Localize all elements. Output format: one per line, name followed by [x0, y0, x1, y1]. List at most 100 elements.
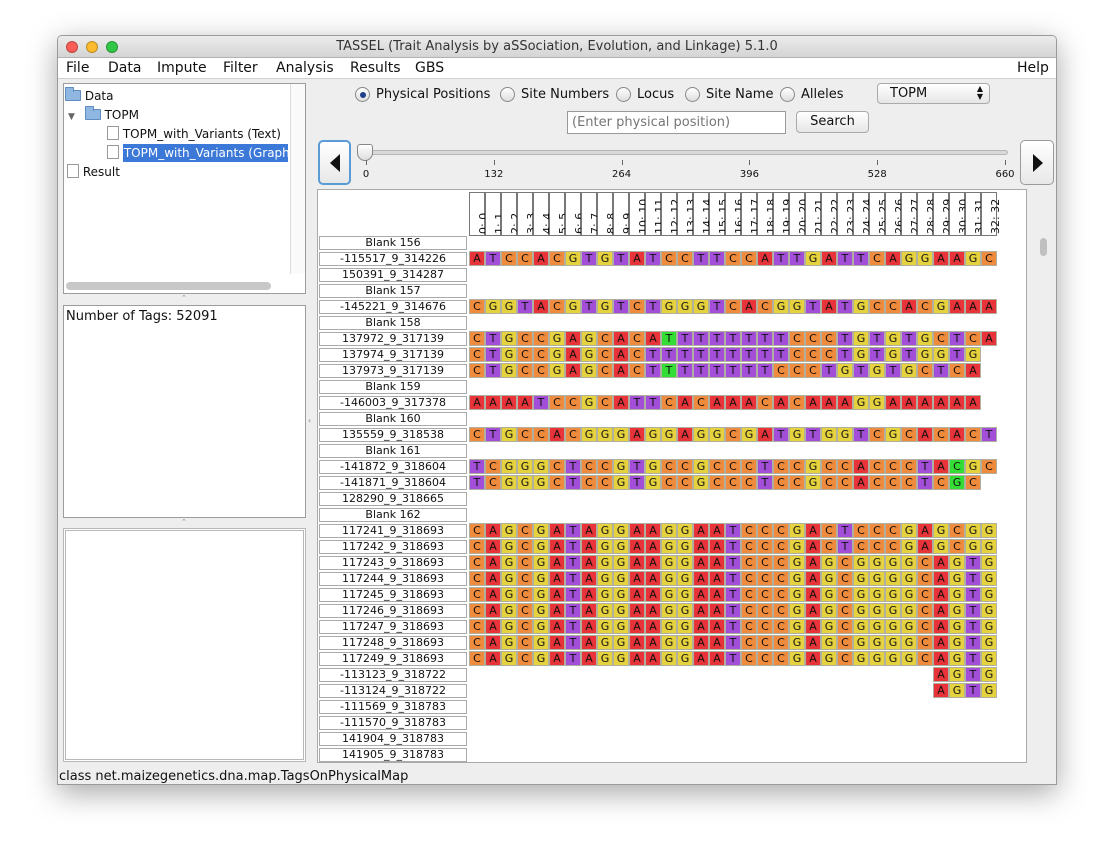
sequence-cell[interactable]: T — [725, 603, 741, 618]
sequence-cell[interactable]: C — [757, 395, 773, 410]
sequence-cell[interactable]: C — [981, 251, 997, 266]
sequence-cell[interactable]: G — [901, 539, 917, 554]
sequence-cell[interactable]: G — [677, 603, 693, 618]
sequence-cell[interactable]: A — [693, 587, 709, 602]
sequence-cell[interactable]: C — [741, 475, 757, 490]
tree-node-topm-graphic[interactable]: TOPM_with_Variants (Graphic — [107, 144, 288, 162]
sequence-cell[interactable]: G — [789, 635, 805, 650]
sequence-cell[interactable]: A — [629, 555, 645, 570]
sequence-cell[interactable]: A — [645, 523, 661, 538]
main-splitter[interactable]: ‹ — [308, 416, 313, 425]
sequence-cell[interactable]: G — [837, 427, 853, 442]
sequence-cell[interactable]: C — [805, 331, 821, 346]
sequence-cell[interactable]: T — [757, 475, 773, 490]
sequence-cell[interactable]: T — [581, 299, 597, 314]
sequence-cell[interactable]: A — [805, 587, 821, 602]
column-header[interactable]: 26: 26 — [885, 192, 906, 236]
sequence-cell[interactable]: T — [725, 651, 741, 666]
sequence-cell[interactable]: C — [837, 555, 853, 570]
column-header[interactable]: 15: 15 — [709, 192, 730, 236]
sequence-cell[interactable]: C — [757, 299, 773, 314]
sequence-cell[interactable]: A — [709, 587, 725, 602]
sequence-cell[interactable]: G — [693, 459, 709, 474]
sequence-cell[interactable]: C — [485, 475, 501, 490]
radio-alleles[interactable] — [780, 87, 795, 102]
sequence-cell[interactable]: G — [949, 587, 965, 602]
sequence-cell[interactable]: A — [613, 331, 629, 346]
sequence-cell[interactable]: A — [933, 395, 949, 410]
sequence-cell[interactable]: A — [581, 651, 597, 666]
sequence-cell[interactable]: C — [965, 427, 981, 442]
sequence-cell[interactable]: G — [885, 651, 901, 666]
sequence-cell[interactable]: C — [517, 251, 533, 266]
column-header[interactable]: 8: 8 — [597, 192, 618, 236]
sequence-cell[interactable]: G — [549, 347, 565, 362]
sequence-cell[interactable]: A — [613, 347, 629, 362]
sequence-cell[interactable]: G — [853, 299, 869, 314]
row-label[interactable]: Blank 158 — [319, 316, 467, 330]
sequence-cell[interactable]: G — [613, 571, 629, 586]
sequence-cell[interactable]: T — [725, 363, 741, 378]
sequence-cell[interactable]: C — [917, 571, 933, 586]
sequence-cell[interactable]: G — [741, 427, 757, 442]
sequence-cell[interactable]: A — [485, 587, 501, 602]
sequence-cell[interactable]: C — [773, 539, 789, 554]
sequence-cell[interactable]: G — [853, 331, 869, 346]
sequence-cell[interactable]: T — [709, 299, 725, 314]
sequence-cell[interactable]: G — [581, 331, 597, 346]
sequence-cell[interactable]: G — [933, 523, 949, 538]
sequence-cell[interactable]: G — [885, 427, 901, 442]
sequence-cell[interactable]: C — [837, 459, 853, 474]
sequence-cell[interactable]: A — [917, 427, 933, 442]
sequence-cell[interactable]: G — [933, 347, 949, 362]
sequence-cell[interactable]: G — [597, 619, 613, 634]
sequence-cell[interactable]: G — [693, 427, 709, 442]
sequence-cell[interactable]: C — [533, 427, 549, 442]
sequence-cell[interactable]: C — [501, 251, 517, 266]
sequence-cell[interactable]: C — [789, 347, 805, 362]
sequence-cell[interactable]: C — [949, 459, 965, 474]
row-label[interactable]: -146003_9_317378 — [319, 396, 467, 410]
sequence-cell[interactable]: A — [677, 427, 693, 442]
sequence-cell[interactable]: C — [949, 523, 965, 538]
sequence-cell[interactable]: G — [965, 459, 981, 474]
sequence-cell[interactable]: T — [917, 459, 933, 474]
sequence-cell[interactable]: G — [645, 459, 661, 474]
sequence-cell[interactable]: A — [709, 555, 725, 570]
sequence-cell[interactable]: G — [853, 635, 869, 650]
sequence-cell[interactable]: T — [677, 347, 693, 362]
sequence-cell[interactable]: G — [981, 683, 997, 698]
column-header[interactable]: 9: 9 — [613, 192, 634, 236]
sequence-cell[interactable]: G — [869, 555, 885, 570]
sequence-cell[interactable]: G — [917, 331, 933, 346]
column-header[interactable]: 28: 28 — [917, 192, 938, 236]
column-header[interactable]: 17: 17 — [741, 192, 762, 236]
sequence-cell[interactable]: C — [469, 331, 485, 346]
sequence-cell[interactable]: C — [549, 251, 565, 266]
sequence-cell[interactable]: C — [533, 347, 549, 362]
sequence-cell[interactable]: T — [965, 587, 981, 602]
sequence-cell[interactable]: A — [773, 395, 789, 410]
sequence-cell[interactable]: T — [725, 555, 741, 570]
sequence-cell[interactable]: C — [837, 635, 853, 650]
sequence-cell[interactable]: G — [693, 475, 709, 490]
sequence-cell[interactable]: C — [741, 571, 757, 586]
sequence-cell[interactable]: G — [597, 587, 613, 602]
sequence-cell[interactable]: A — [805, 539, 821, 554]
sequence-cell[interactable]: C — [741, 523, 757, 538]
sequence-cell[interactable]: G — [501, 363, 517, 378]
sequence-cell[interactable]: C — [901, 459, 917, 474]
column-header[interactable]: 11: 11 — [645, 192, 666, 236]
sequence-cell[interactable]: C — [773, 635, 789, 650]
sequence-cell[interactable]: G — [901, 603, 917, 618]
sequence-cell[interactable]: G — [501, 539, 517, 554]
sequence-cell[interactable]: G — [901, 523, 917, 538]
sequence-cell[interactable]: G — [853, 619, 869, 634]
sequence-cell[interactable]: G — [869, 395, 885, 410]
column-header[interactable]: 4: 4 — [533, 192, 554, 236]
sequence-cell[interactable]: C — [885, 475, 901, 490]
sequence-cell[interactable]: T — [645, 347, 661, 362]
sequence-cell[interactable]: C — [805, 347, 821, 362]
sequence-cell[interactable]: G — [981, 555, 997, 570]
sequence-cell[interactable]: C — [581, 475, 597, 490]
